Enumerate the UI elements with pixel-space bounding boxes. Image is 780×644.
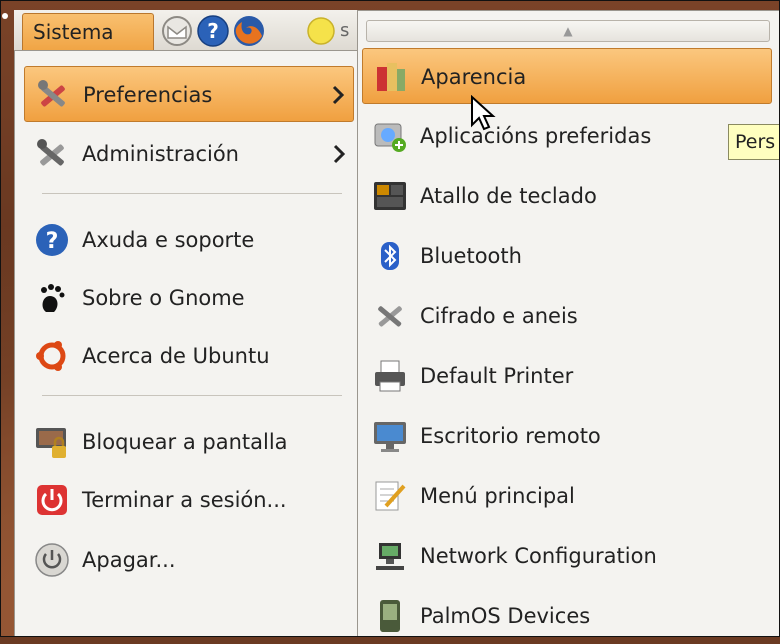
screenshot-border [0,0,780,637]
